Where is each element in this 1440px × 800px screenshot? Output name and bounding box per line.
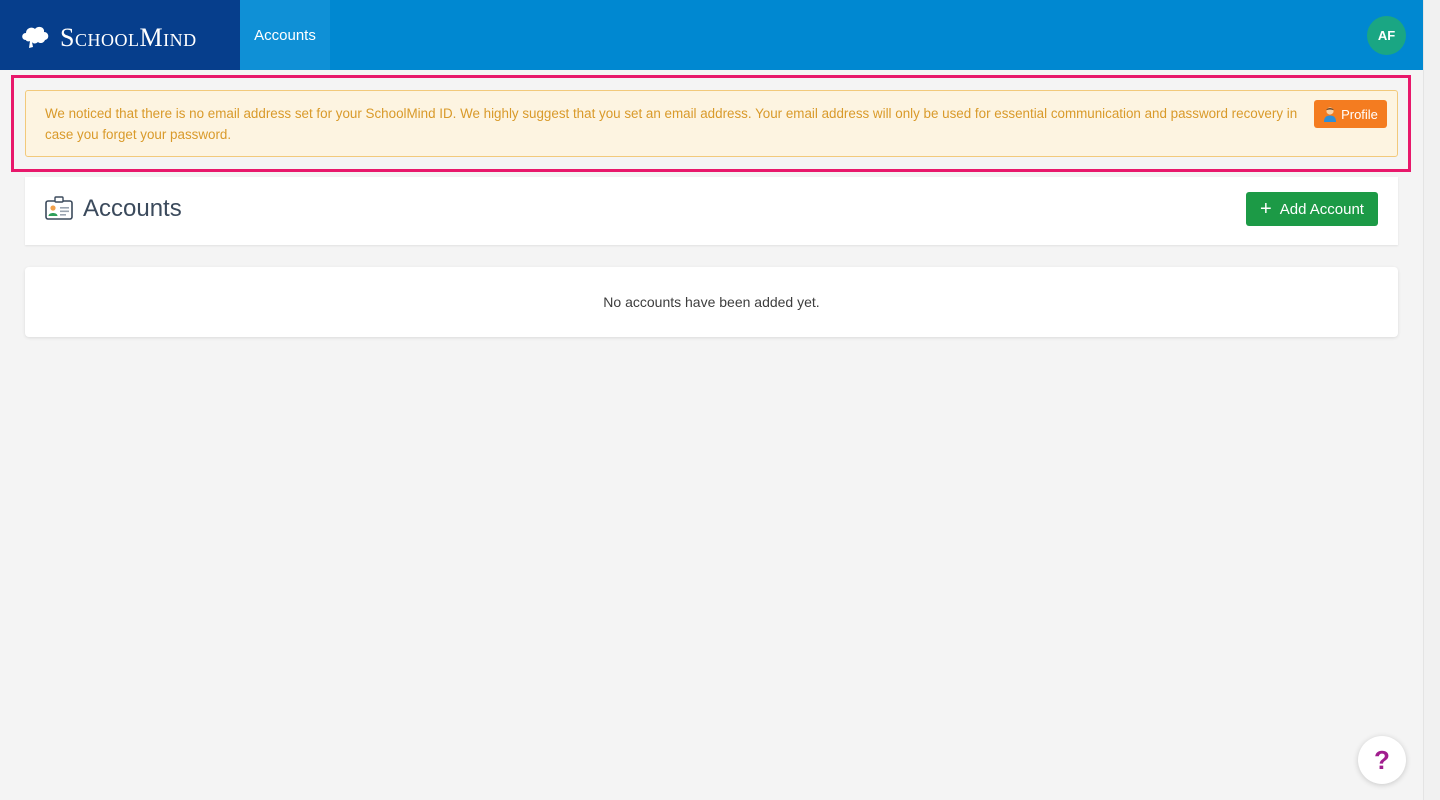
empty-state-message: No accounts have been added yet. bbox=[603, 294, 820, 310]
plus-icon: + bbox=[1260, 198, 1272, 220]
email-warning-alert: We noticed that there is no email addres… bbox=[25, 90, 1398, 157]
brand-name: SchoolMind bbox=[60, 23, 197, 52]
user-avatar[interactable]: AF bbox=[1367, 16, 1406, 55]
page-title: Accounts bbox=[83, 195, 182, 222]
top-navbar: SchoolMind Accounts AF bbox=[0, 0, 1423, 70]
nav-tab-accounts[interactable]: Accounts bbox=[240, 0, 330, 70]
add-account-button[interactable]: + Add Account bbox=[1246, 192, 1378, 226]
help-icon: ? bbox=[1374, 744, 1390, 775]
accounts-header-card: Accounts + Add Account bbox=[25, 177, 1398, 245]
profile-button[interactable]: Profile bbox=[1314, 100, 1387, 128]
alert-message: We noticed that there is no email addres… bbox=[45, 106, 1298, 142]
user-icon bbox=[1324, 107, 1337, 122]
id-card-icon bbox=[45, 196, 73, 220]
brand-logo[interactable]: SchoolMind bbox=[0, 0, 240, 70]
accounts-list-card: No accounts have been added yet. bbox=[25, 267, 1398, 337]
brain-cloud-icon bbox=[22, 26, 49, 48]
add-account-label: Add Account bbox=[1279, 200, 1364, 218]
help-button[interactable]: ? bbox=[1358, 736, 1406, 784]
vertical-scrollbar[interactable] bbox=[1423, 0, 1440, 800]
profile-button-label: Profile bbox=[1341, 106, 1378, 122]
